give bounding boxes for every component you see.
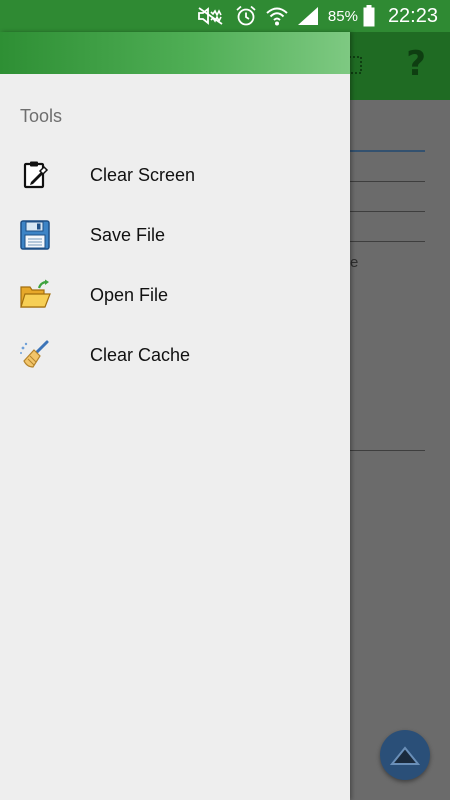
clock: 22:23 <box>387 4 438 27</box>
mute-icon <box>196 6 226 26</box>
wifi-icon <box>266 5 288 27</box>
drawer-item-label: Clear Screen <box>90 164 196 185</box>
drawer-header <box>0 32 350 74</box>
section-title: Tools <box>20 106 63 126</box>
broom-icon <box>18 338 52 372</box>
drawer-item-clear-cache[interactable]: Clear Cache <box>0 325 350 385</box>
drawer-item-open-file[interactable]: Open File <box>0 265 350 325</box>
divider <box>350 150 425 152</box>
drawer-item-label: Open File <box>90 284 169 305</box>
navigation-drawer: Tools Clear Screen Save File Open File C… <box>0 32 350 800</box>
floppy-disk-icon <box>18 218 52 252</box>
drawer-item-clear-screen[interactable]: Clear Screen <box>0 145 350 205</box>
signal-icon <box>297 6 319 26</box>
divider <box>350 211 425 212</box>
status-icons: 85% 22:23 <box>196 4 438 28</box>
drawer-item-save-file[interactable]: Save File <box>0 205 350 265</box>
open-folder-icon <box>18 278 52 312</box>
drawer-item-label: Clear Cache <box>90 344 191 365</box>
peek-text: e <box>350 254 359 271</box>
divider <box>350 181 425 182</box>
status-bar: 85% 22:23 <box>0 0 450 32</box>
battery-percent: 85% <box>327 7 358 25</box>
divider <box>350 241 425 242</box>
help-icon[interactable]: ? <box>406 44 426 84</box>
scroll-up-button[interactable] <box>380 730 430 780</box>
clipboard-clear-icon <box>18 158 52 192</box>
drawer-item-label: Save File <box>90 224 166 245</box>
alarm-icon <box>235 5 257 27</box>
divider <box>350 450 425 451</box>
battery-icon <box>363 5 375 27</box>
